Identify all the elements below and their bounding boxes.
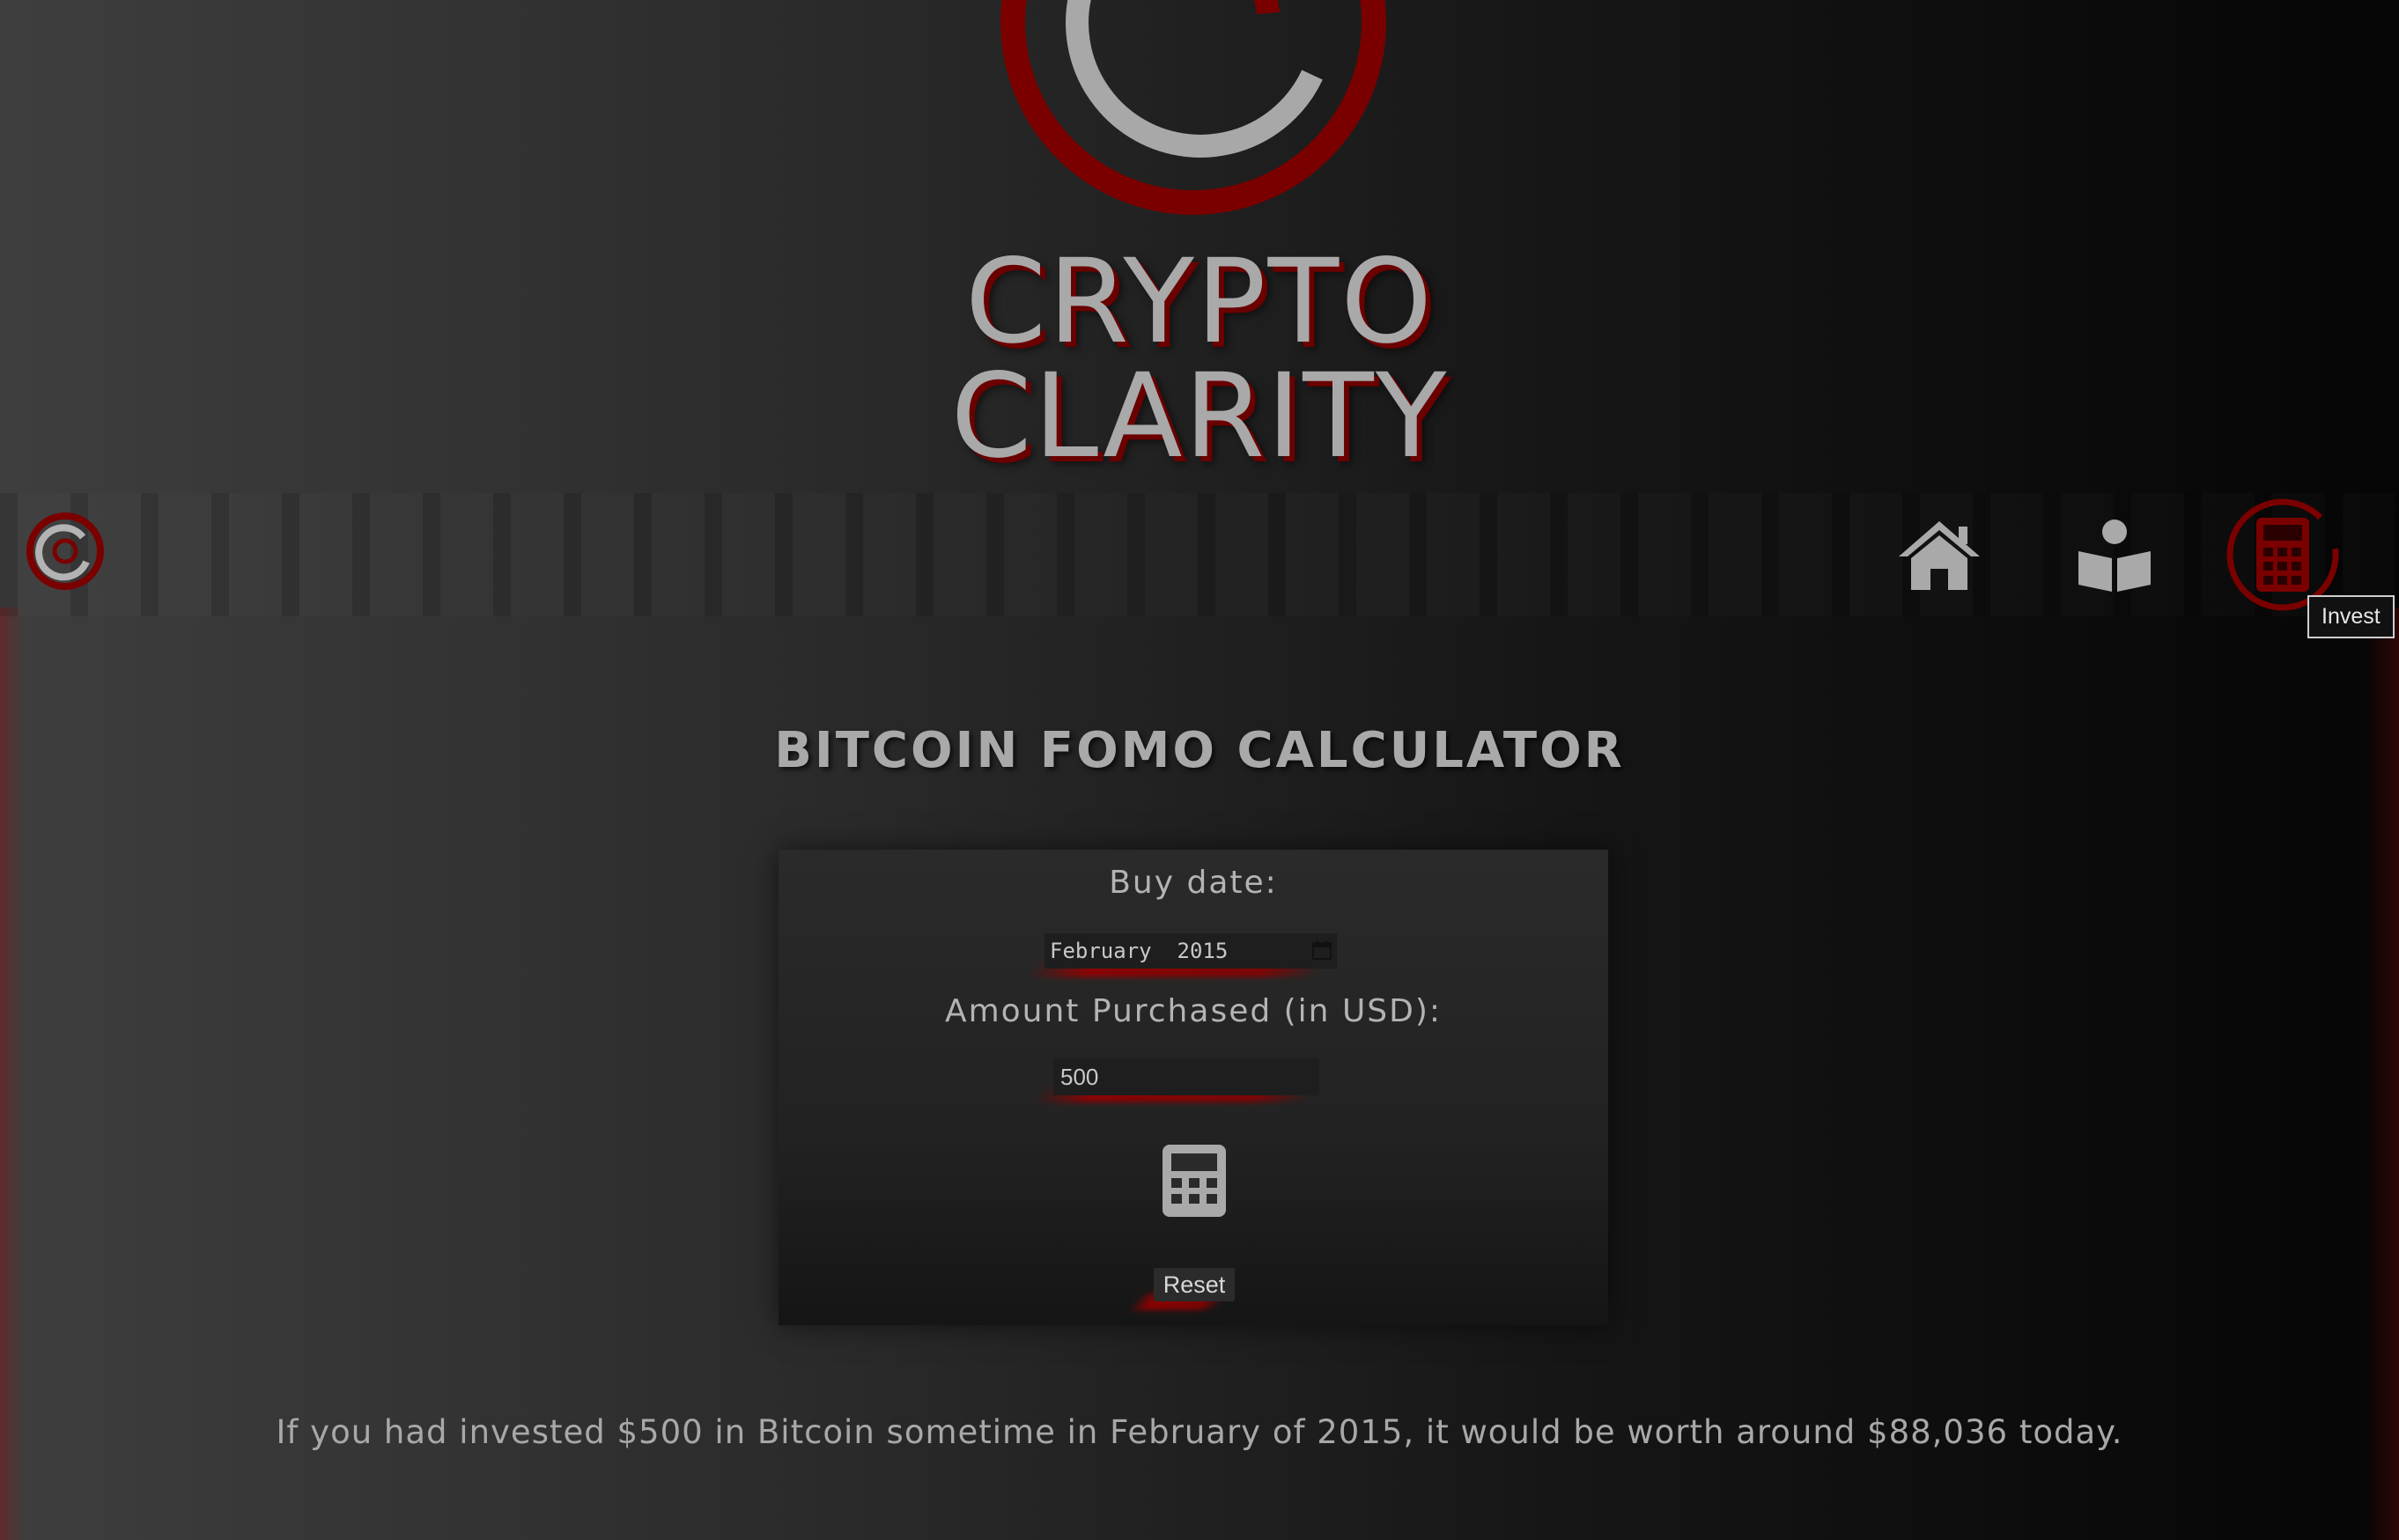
- home-icon[interactable]: [1895, 518, 1983, 592]
- nav-logo-icon[interactable]: [23, 509, 107, 593]
- buy-date-label: Buy date:: [1109, 865, 1278, 901]
- brand-title: CRYPTO CLARITY: [0, 234, 2399, 484]
- buy-date-value: February 2015: [1050, 939, 1229, 963]
- calculate-button[interactable]: [1161, 1143, 1228, 1219]
- buy-date-input[interactable]: February 2015: [1044, 933, 1337, 969]
- navbar: [0, 493, 2399, 616]
- amount-input[interactable]: 500: [1053, 1058, 1319, 1095]
- calendar-icon[interactable]: [1312, 940, 1332, 960]
- reset-button[interactable]: Reset: [1154, 1268, 1235, 1301]
- book-reader-icon[interactable]: [2077, 518, 2152, 592]
- brand-title-line2: CLARITY: [950, 349, 1449, 484]
- invest-tooltip: Invest: [2307, 595, 2395, 638]
- brand-title-line1: CRYPTO: [964, 234, 1435, 370]
- amount-label: Amount Purchased (in USD):: [944, 993, 1443, 1029]
- brand-logo-icon: [1000, 0, 1386, 215]
- calculator-title: BITCOIN FOMO CALCULATOR: [774, 722, 1625, 779]
- result-text: If you had invested $500 in Bitcoin some…: [276, 1413, 2123, 1451]
